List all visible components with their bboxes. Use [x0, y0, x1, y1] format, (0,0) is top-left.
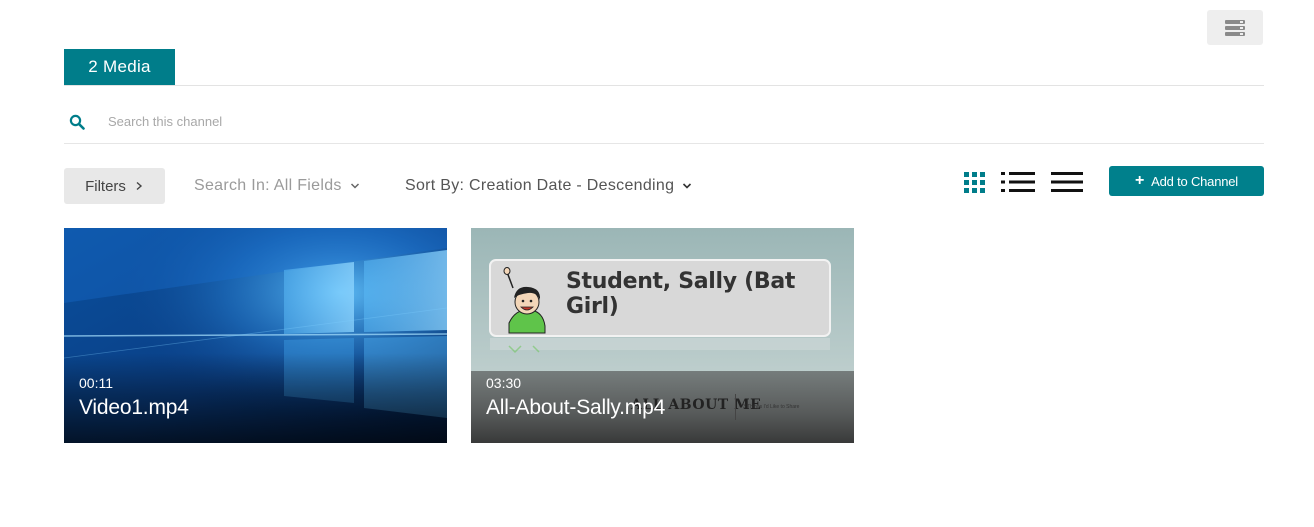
detailed-list-view-icon	[1001, 172, 1035, 192]
media-duration: 00:11	[79, 375, 113, 391]
compact-view-button[interactable]	[1049, 170, 1085, 194]
plus-icon: +	[1135, 172, 1145, 189]
media-duration: 03:30	[486, 375, 522, 391]
search-in-label: Search In: All Fields	[194, 177, 342, 194]
slide-subtitle-text: 3 Things I'd Like to Share	[743, 404, 800, 410]
view-options-button[interactable]	[1207, 10, 1263, 45]
filters-button[interactable]: Filters	[64, 168, 165, 204]
slide-heading: Student, Sally (Bat Girl)	[566, 269, 796, 319]
media-title[interactable]: Video1.mp4	[79, 396, 189, 420]
detailed-view-button[interactable]	[1000, 170, 1036, 194]
slide-divider	[735, 394, 736, 420]
add-to-channel-button[interactable]: + Add to Channel	[1109, 166, 1264, 196]
tab-media[interactable]: 2 Media	[64, 49, 175, 85]
chevron-right-icon	[136, 181, 142, 191]
server-stack-icon	[1225, 19, 1245, 36]
media-card[interactable]: Student, Sally (Bat Girl) ALL ABOUT ME 3…	[471, 228, 854, 443]
grid-view-button[interactable]	[962, 170, 986, 194]
add-to-channel-label: Add to Channel	[1151, 173, 1238, 189]
search-icon[interactable]	[69, 114, 85, 130]
sort-by-dropdown[interactable]: Sort By: Creation Date - Descending	[405, 168, 692, 204]
media-card[interactable]: 00:11 Video1.mp4	[64, 228, 447, 443]
sort-by-label: Sort By: Creation Date - Descending	[405, 177, 675, 194]
search-in-dropdown[interactable]: Search In: All Fields	[194, 168, 360, 204]
chevron-down-icon	[683, 183, 692, 189]
compact-list-view-icon	[1051, 172, 1083, 192]
media-title[interactable]: All-About-Sally.mp4	[486, 396, 665, 420]
search-input[interactable]	[108, 114, 708, 129]
chevron-down-icon	[350, 183, 359, 189]
grid-view-icon	[963, 171, 985, 193]
filters-label: Filters	[85, 177, 126, 195]
search-bar	[64, 100, 1264, 144]
tab-strip: 2 Media	[64, 49, 1264, 86]
